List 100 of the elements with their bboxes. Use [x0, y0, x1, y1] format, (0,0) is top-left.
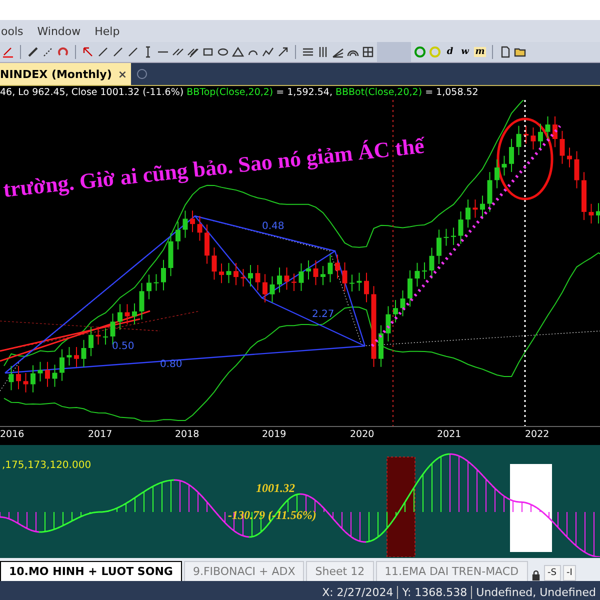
status-text: Y: 1368.538: [397, 586, 472, 598]
candle: [466, 199, 470, 228]
candle: [494, 158, 500, 189]
channel-icon[interactable]: [187, 46, 199, 58]
candle: [530, 126, 536, 150]
candle: [88, 326, 94, 357]
candle: [146, 274, 152, 300]
axis-label: 2021: [437, 429, 462, 440]
candle: [472, 199, 478, 218]
pen-icon[interactable]: [2, 46, 14, 58]
candle: [414, 262, 420, 288]
line-tool-icon[interactable]: [112, 46, 124, 58]
chart-tab[interactable]: NINDEX (Monthly): [0, 68, 112, 80]
pencil-icon[interactable]: [27, 46, 39, 58]
candle: [176, 221, 180, 250]
candle: [364, 272, 369, 303]
dotted-line-icon[interactable]: [42, 46, 54, 58]
candle: [408, 270, 412, 308]
cursor-icon[interactable]: [82, 46, 94, 58]
candle: [342, 262, 348, 292]
annotation-text: trường. Giờ ai cũng bảo. Sao nó giảm ÁC thế: [2, 132, 426, 202]
candle: [132, 302, 137, 325]
ellipse-icon[interactable]: [217, 46, 229, 58]
candle: [328, 254, 333, 283]
candle: [270, 276, 275, 303]
candle: [190, 210, 195, 233]
candle: [52, 364, 58, 388]
fibonacci-label: 0.50: [112, 341, 134, 352]
candle: [255, 264, 260, 291]
triangle-icon[interactable]: [232, 46, 244, 58]
candle: [545, 116, 550, 140]
candle: [451, 227, 456, 246]
indicator-value: ,175,173,120.000: [2, 460, 92, 471]
axis-label: 2017: [88, 429, 112, 440]
grid-icon[interactable]: [362, 46, 374, 58]
candle: [393, 300, 398, 323]
axis-label: 2022: [525, 429, 550, 440]
line-tool-icon[interactable]: [97, 46, 109, 58]
fan-icon[interactable]: [332, 46, 344, 58]
candle: [284, 266, 290, 290]
lock-icon[interactable]: [530, 569, 542, 581]
sheet-tab[interactable]: 11.EMA DAI TREN-MACD: [376, 561, 528, 581]
candle: [45, 361, 50, 388]
candle: [400, 290, 406, 317]
candle: [567, 147, 572, 168]
candle: [234, 262, 238, 286]
candle: [204, 224, 210, 264]
candle: [350, 274, 354, 292]
candle: [487, 172, 492, 212]
axis-label: 2018: [175, 429, 200, 440]
line-tool-icon[interactable]: [127, 46, 139, 58]
candle: [298, 262, 304, 292]
candle: [386, 306, 391, 342]
circle-icon[interactable]: [137, 69, 148, 79]
sheet-button[interactable]: -I: [562, 565, 576, 581]
sheet-tab[interactable]: 10.MO HINH + LUOT SONG: [0, 561, 182, 581]
candle: [313, 260, 318, 286]
folder-icon[interactable]: [514, 46, 526, 58]
toolbar-button[interactable]: d: [444, 47, 456, 57]
arrow-icon[interactable]: [277, 46, 289, 58]
candle: [182, 210, 188, 238]
candle: [429, 247, 434, 280]
candle: [524, 125, 528, 144]
toolbar-button[interactable]: w: [459, 47, 471, 57]
candle: [458, 210, 464, 244]
candle: [248, 264, 253, 287]
parallel-lines-icon[interactable]: [172, 46, 184, 58]
candle: [516, 125, 522, 156]
lines-icon[interactable]: [302, 46, 314, 58]
candle: [378, 324, 384, 368]
sheet-button[interactable]: -S: [544, 565, 561, 581]
rectangle-icon[interactable]: [202, 46, 214, 58]
candle: [582, 172, 586, 221]
close-button[interactable]: ×: [118, 68, 128, 80]
menu-item[interactable]: Help: [94, 24, 120, 38]
candle: [480, 195, 485, 218]
candle: [226, 262, 232, 284]
candle: [560, 130, 565, 164]
menu-item[interactable]: Window: [37, 24, 81, 38]
candle: [118, 304, 122, 330]
candle: [335, 254, 340, 280]
candle: [16, 365, 21, 390]
candle: [509, 138, 514, 172]
candle: [502, 155, 507, 176]
menu-item[interactable]: ools: [1, 24, 24, 38]
candle: [103, 328, 108, 346]
sheet-tab[interactable]: Sheet 12: [306, 561, 374, 581]
candle: [30, 364, 36, 393]
axis-label: 2020: [350, 429, 374, 440]
document-icon[interactable]: [499, 46, 511, 58]
bars-icon[interactable]: [317, 46, 329, 58]
candle: [66, 346, 72, 366]
sheet-tab[interactable]: 9.FIBONACI + ADX: [184, 561, 304, 581]
candle: [292, 273, 296, 292]
toolbar-button[interactable]: m: [474, 47, 486, 57]
magnet-icon[interactable]: [57, 46, 69, 58]
candle: [8, 365, 14, 391]
axis-label: 2016: [0, 429, 24, 440]
candle: [262, 274, 268, 303]
zigzag-icon[interactable]: [262, 46, 274, 58]
